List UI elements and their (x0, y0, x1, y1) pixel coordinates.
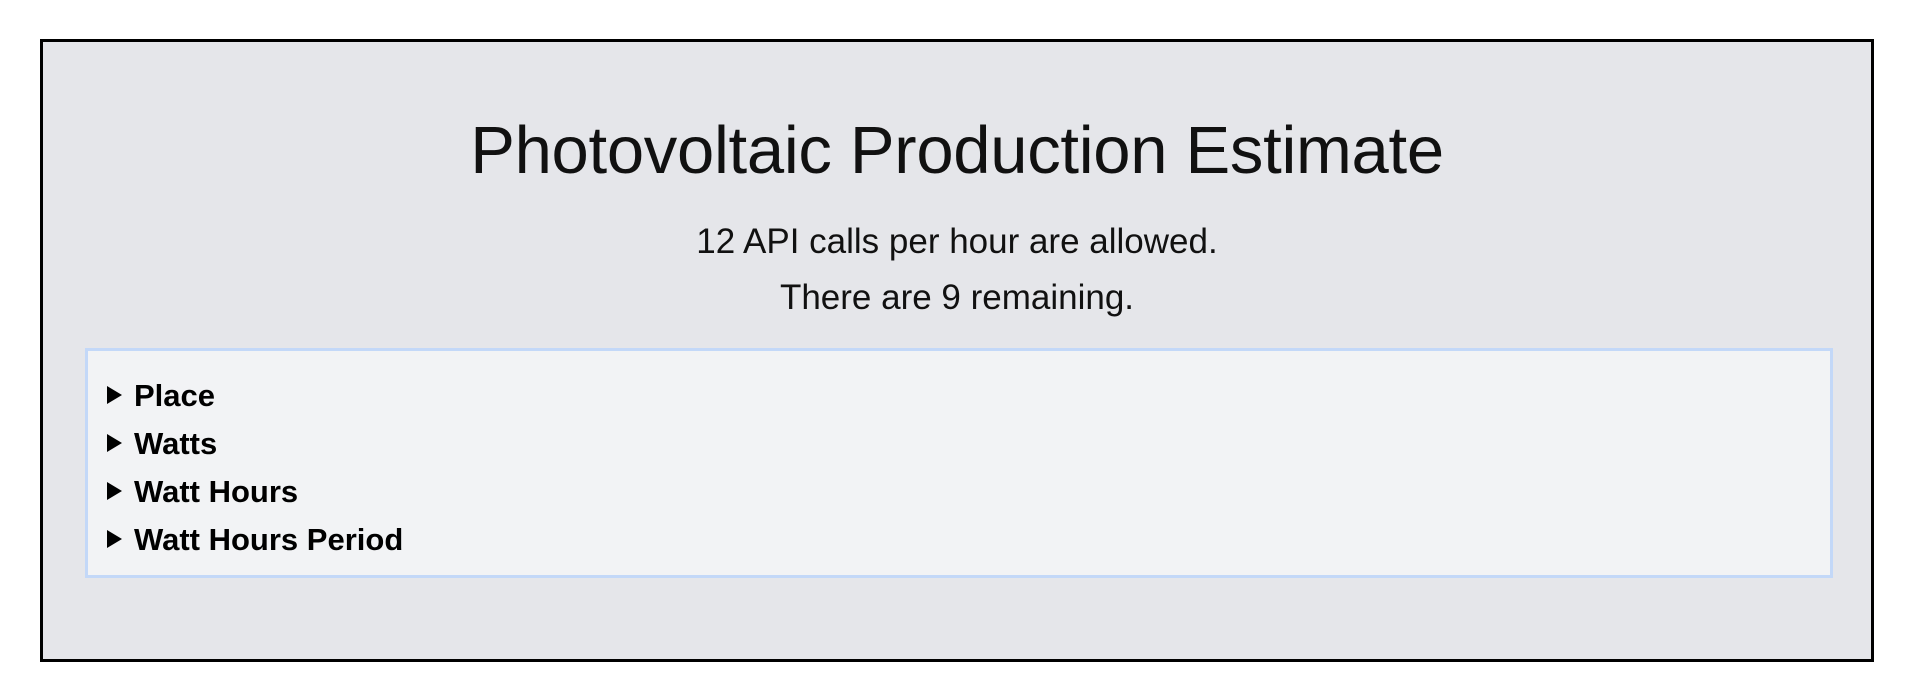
section-watt-hours-period-toggle[interactable]: Watt Hours Period (107, 515, 1830, 563)
api-remaining-text: There are 9 remaining. (779, 278, 1135, 317)
api-rate-text: 12 API calls per hour are allowed. (696, 222, 1218, 261)
disclosure-triangle-right-icon (107, 482, 122, 500)
disclosure-triangle-right-icon (107, 434, 122, 452)
section-watt-hours-label: Watt Hours (134, 473, 299, 509)
section-watts-label: Watts (134, 425, 218, 461)
page-title: Photovoltaic Production Estimate (470, 113, 1444, 188)
section-watts-toggle[interactable]: Watts (107, 419, 1830, 467)
section-place-toggle[interactable]: Place (107, 371, 1830, 419)
disclosure-triangle-right-icon (107, 386, 122, 404)
section-watt-hours-period-label: Watt Hours Period (134, 521, 404, 557)
estimate-panel: Photovoltaic Production Estimate 12 API … (40, 39, 1874, 662)
settings-sections: Place Watts Watt Hours Watt Hours Period (85, 348, 1833, 578)
disclosure-triangle-right-icon (107, 530, 122, 548)
section-place-label: Place (134, 377, 216, 413)
section-watt-hours-toggle[interactable]: Watt Hours (107, 467, 1830, 515)
